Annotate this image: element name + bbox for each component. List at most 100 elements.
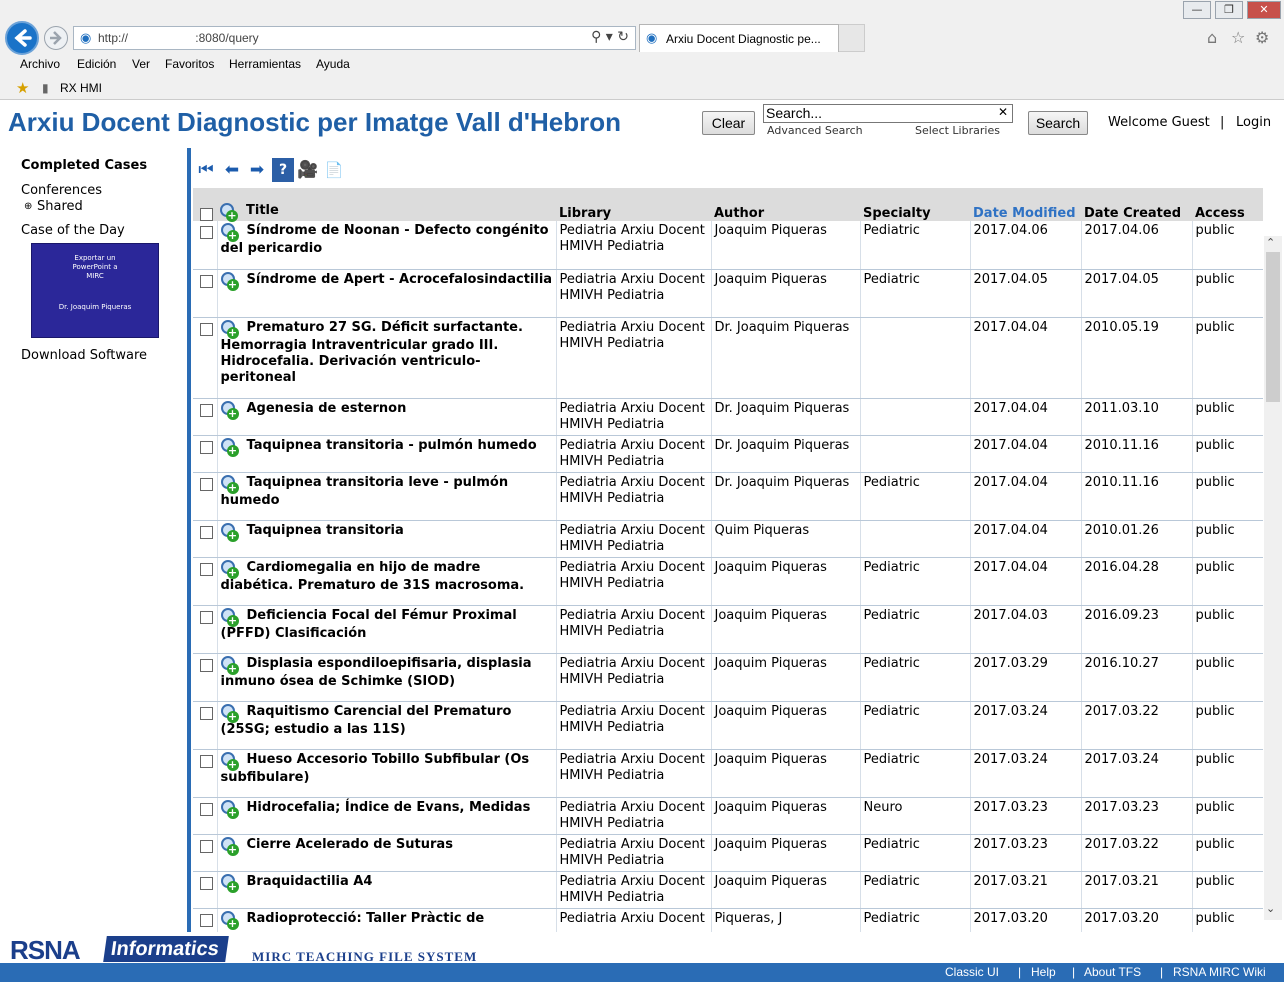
case-title-link[interactable]: Hueso Accesorio Tobillo Subfibular (Os s… xyxy=(221,752,530,785)
case-title-link[interactable]: Síndrome de Noonan - Defecto congénito d… xyxy=(221,223,549,256)
case-title-link[interactable]: Taquipnea transitoria leve - pulmón hume… xyxy=(221,475,509,508)
export-icon[interactable]: 📄 xyxy=(323,158,345,182)
view-case-icon[interactable]: + xyxy=(220,873,243,893)
select-all-checkbox[interactable] xyxy=(200,208,213,221)
table-row[interactable]: + Síndrome de Noonan - Defecto congénito … xyxy=(193,221,1263,270)
view-case-icon[interactable]: + xyxy=(220,703,243,723)
expand-plus-icon[interactable]: ⊕ xyxy=(24,201,32,212)
case-title-link[interactable]: Displasia espondiloepifisaria, displasia… xyxy=(221,656,532,689)
address-bar[interactable]: ◉ http:// :8080/query ⚲ ▾ ↻ xyxy=(73,26,636,50)
table-row[interactable]: + Displasia espondiloepifisaria, displasi… xyxy=(193,653,1263,702)
case-title-link[interactable]: Agenesia de esternon xyxy=(247,401,407,416)
menu-archivo[interactable]: Archivo xyxy=(20,57,60,71)
row-checkbox[interactable] xyxy=(200,440,213,454)
row-checkbox[interactable] xyxy=(200,802,213,816)
close-icon[interactable]: ✕ xyxy=(1247,1,1281,19)
next-page-icon[interactable]: ➡ xyxy=(246,158,268,182)
gear-icon[interactable]: ⚙ xyxy=(1255,28,1269,47)
row-checkbox[interactable] xyxy=(200,658,213,672)
col-date-created[interactable]: Date Created xyxy=(1081,188,1192,221)
menu-herramientas[interactable]: Herramientas xyxy=(229,57,301,71)
row-checkbox[interactable] xyxy=(200,754,213,768)
table-row[interactable]: + Taquipnea transitoria - pulmón humedo Pe… xyxy=(193,435,1263,473)
help-icon[interactable]: ? xyxy=(272,158,294,182)
table-row[interactable]: + Agenesia de esternon Pediatria Arxiu Doc… xyxy=(193,398,1263,436)
browser-tab[interactable]: ◉ Arxiu Docent Diagnostic pe... xyxy=(639,24,839,52)
select-libraries-link[interactable]: Select Libraries xyxy=(915,124,1000,137)
slideshow-icon[interactable]: 🎥 xyxy=(297,158,319,182)
favorites-star-icon[interactable]: ★ xyxy=(16,79,29,97)
view-case-icon[interactable]: + xyxy=(220,474,243,494)
search-input[interactable]: Search... xyxy=(763,104,1013,123)
search-refresh-icon[interactable]: ⚲ ▾ ↻ xyxy=(591,29,629,45)
star-icon[interactable]: ☆ xyxy=(1231,28,1245,47)
view-case-icon[interactable]: + xyxy=(220,799,243,819)
clear-button[interactable]: Clear xyxy=(702,111,755,135)
table-row[interactable]: + Cierre Acelerado de Suturas Pediatria Ar… xyxy=(193,834,1263,872)
table-row[interactable]: + Braquidactilia A4 Pediatria Arxiu Docent… xyxy=(193,871,1263,909)
case-title-link[interactable]: Cierre Acelerado de Suturas xyxy=(247,837,453,852)
case-of-day-image[interactable]: Exportar un PowerPoint a MIRC Dr. Joaqui… xyxy=(31,243,159,338)
back-button[interactable] xyxy=(5,21,39,55)
case-title-link[interactable]: Raquitismo Carencial del Prematuro (25SG… xyxy=(221,704,512,737)
col-author[interactable]: Author xyxy=(711,188,860,221)
table-row[interactable]: + Taquipnea transitoria Pediatria Arxiu Do… xyxy=(193,520,1263,558)
col-access[interactable]: Access xyxy=(1192,188,1263,221)
scroll-down-icon[interactable]: ⌄ xyxy=(1266,902,1275,915)
restore-icon[interactable]: ❐ xyxy=(1215,1,1243,19)
col-specialty[interactable]: Specialty xyxy=(860,188,970,221)
case-title-link[interactable]: Taquipnea transitoria xyxy=(247,523,404,538)
case-title-link[interactable]: Deficiencia Focal del Fémur Proximal (PF… xyxy=(221,608,517,641)
view-case-icon[interactable]: + xyxy=(220,655,243,675)
view-case-icon[interactable]: + xyxy=(220,223,243,242)
view-case-icon[interactable]: + xyxy=(220,319,243,339)
table-row[interactable]: + Hueso Accesorio Tobillo Subfibular (Os … xyxy=(193,749,1263,798)
case-title-link[interactable]: Prematuro 27 SG. Déficit surfactante. He… xyxy=(221,320,523,385)
menu-edicion[interactable]: Edición xyxy=(77,57,116,71)
row-checkbox[interactable] xyxy=(200,706,213,720)
first-page-icon[interactable]: ⏮ xyxy=(195,158,217,182)
clear-search-icon[interactable]: ✕ xyxy=(998,105,1008,119)
row-checkbox[interactable] xyxy=(200,226,213,239)
table-row[interactable]: + Taquipnea transitoria leve - pulmón hum… xyxy=(193,472,1263,521)
table-row[interactable]: + Hidrocefalia; Índice de Evans, Medidas P… xyxy=(193,797,1263,835)
col-library[interactable]: Library xyxy=(556,188,711,221)
row-checkbox[interactable] xyxy=(200,610,213,624)
row-checkbox[interactable] xyxy=(200,562,213,576)
case-title-link[interactable]: Radioprotecció: Taller Pràctic de xyxy=(247,911,485,926)
sidebar-download-software[interactable]: Download Software xyxy=(21,348,147,363)
favorite-rx-hmi[interactable]: RX HMI xyxy=(60,81,102,95)
footer-link-help[interactable]: Help xyxy=(1031,965,1056,979)
view-case-icon[interactable]: + xyxy=(220,271,243,291)
view-case-icon[interactable]: + xyxy=(220,751,243,771)
table-row[interactable]: + Síndrome de Apert - Acrocefalosindactil… xyxy=(193,269,1263,318)
scroll-up-icon[interactable]: ⌃ xyxy=(1266,236,1275,249)
footer-link-mirc-wiki[interactable]: RSNA MIRC Wiki xyxy=(1173,965,1266,979)
row-checkbox[interactable] xyxy=(200,525,213,539)
view-case-icon[interactable]: + xyxy=(220,559,243,579)
table-row[interactable]: + Deficiencia Focal del Fémur Proximal (P… xyxy=(193,605,1263,654)
table-row[interactable]: + Prematuro 27 SG. Déficit surfactante. H… xyxy=(193,317,1263,399)
footer-link-about-tfs[interactable]: About TFS xyxy=(1084,965,1141,979)
forward-button[interactable] xyxy=(44,26,68,50)
row-checkbox[interactable] xyxy=(200,403,213,417)
row-checkbox[interactable] xyxy=(200,876,213,890)
prev-page-icon[interactable]: ⬅ xyxy=(221,158,243,182)
row-checkbox[interactable] xyxy=(200,322,213,336)
view-case-icon[interactable]: + xyxy=(220,400,243,420)
scrollbar-thumb[interactable] xyxy=(1266,252,1280,402)
col-title[interactable]: + Title xyxy=(217,188,556,222)
home-icon[interactable]: ⌂ xyxy=(1207,28,1217,47)
view-case-icon[interactable]: + xyxy=(220,607,243,627)
view-case-icon[interactable]: + xyxy=(220,910,243,930)
view-case-icon[interactable]: + xyxy=(220,522,243,542)
login-link[interactable]: Login xyxy=(1236,115,1271,130)
case-title-link[interactable]: Síndrome de Apert - Acrocefalosindactili… xyxy=(247,272,553,287)
row-checkbox[interactable] xyxy=(200,839,213,853)
case-title-link[interactable]: Cardiomegalia en hijo de madre diabética… xyxy=(221,560,525,593)
advanced-search-link[interactable]: Advanced Search xyxy=(767,124,863,137)
case-title-link[interactable]: Taquipnea transitoria - pulmón humedo xyxy=(247,438,537,453)
view-case-icon[interactable]: + xyxy=(220,836,243,856)
table-row[interactable]: + Raquitismo Carencial del Prematuro (25S… xyxy=(193,701,1263,750)
case-title-link[interactable]: Hidrocefalia; Índice de Evans, Medidas xyxy=(247,800,531,815)
